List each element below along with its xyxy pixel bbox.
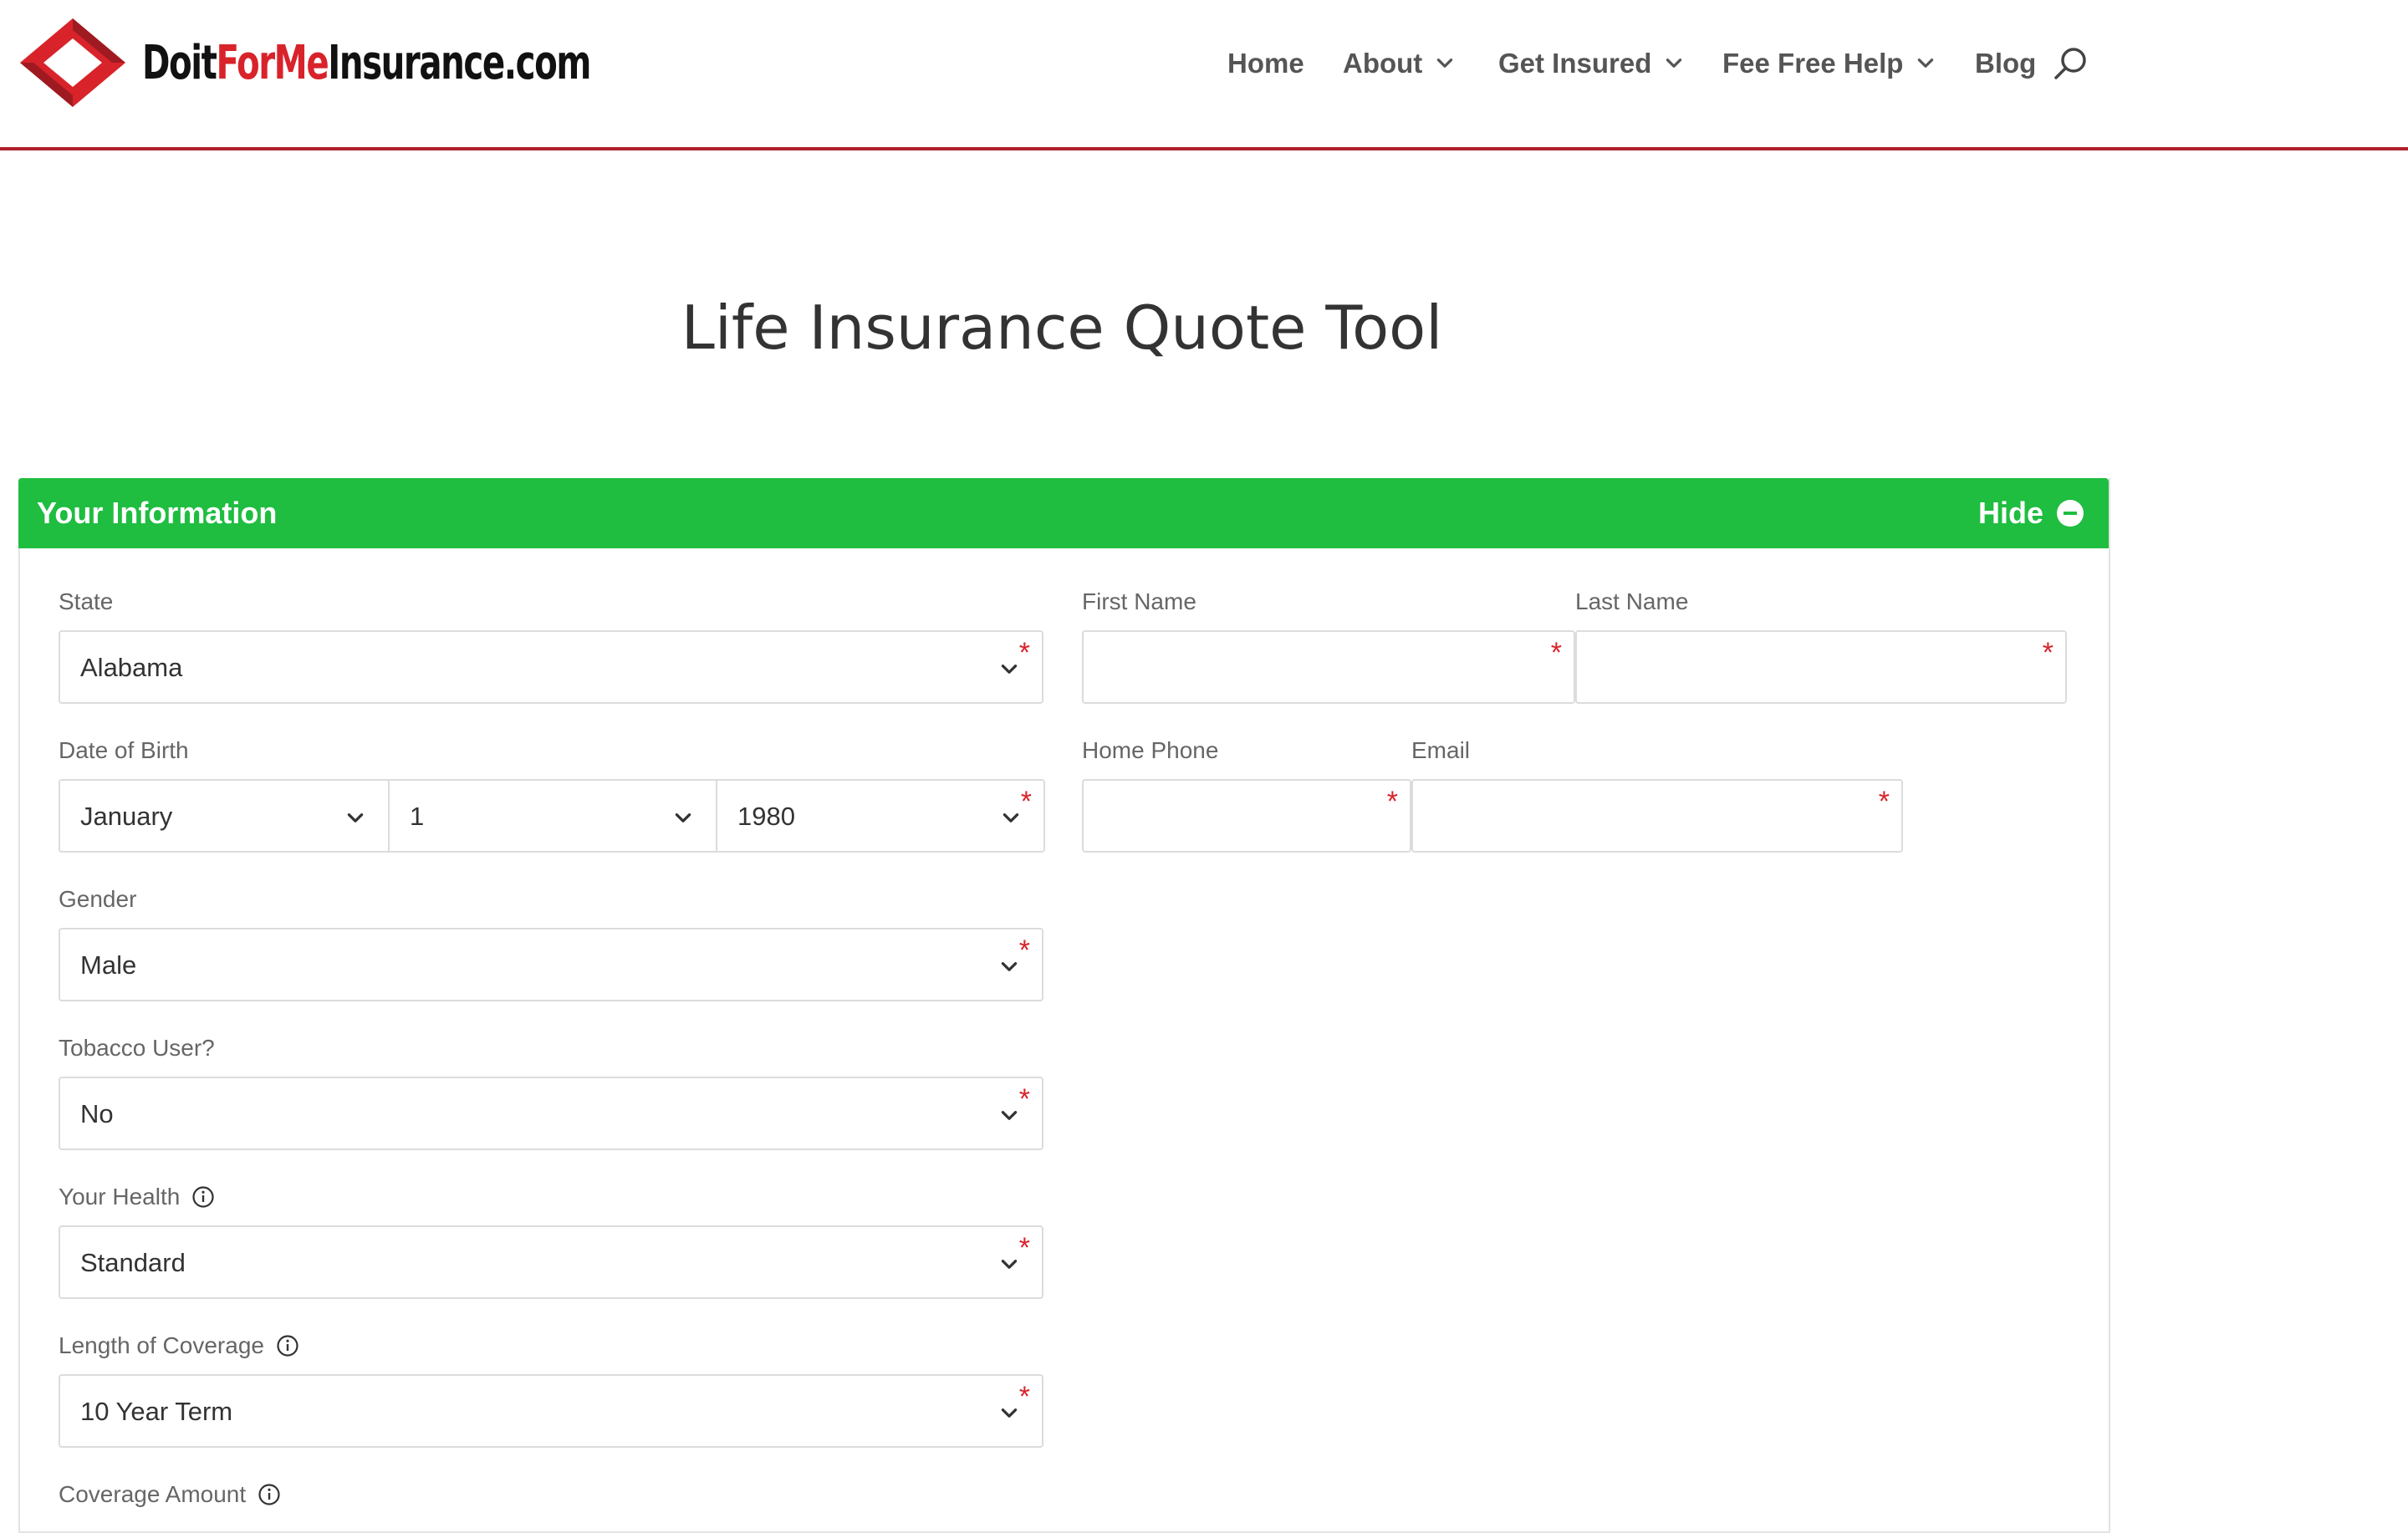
dob-year-value: 1980 (737, 802, 795, 831)
dob-year-select[interactable]: 1980 * (717, 781, 1043, 853)
required-marker: * (1018, 935, 1030, 966)
logo-text-doit: Doit (142, 35, 217, 90)
state-label: State (59, 588, 114, 614)
required-marker: * (1018, 1083, 1030, 1115)
nav-home-label: Home (1227, 48, 1304, 79)
health-label: Your Health (59, 1184, 215, 1210)
nav-get-insured-label: Get Insured (1498, 48, 1652, 79)
minus-circle-icon (2057, 500, 2084, 527)
gender-label: Gender (59, 886, 137, 912)
required-marker: * (1550, 637, 1562, 669)
required-marker: * (1018, 1381, 1030, 1413)
panel-title: Your Information (37, 496, 278, 530)
nav-blog-label: Blog (1975, 48, 2037, 79)
required-marker: * (1018, 1232, 1030, 1264)
nav-blog[interactable]: Blog (1975, 38, 2036, 89)
chevron-down-icon (1001, 1111, 1018, 1120)
chevron-down-icon (1001, 665, 1018, 674)
first-name-input[interactable]: * (1082, 630, 1575, 704)
nav-home[interactable]: Home (1227, 38, 1304, 89)
email-label: Email (1411, 737, 1471, 763)
site-logo[interactable]: DoitForMeInsurance.com (18, 17, 764, 109)
gender-select[interactable]: Male * (59, 928, 1043, 1001)
tobacco-value: No (80, 1099, 114, 1128)
nav-about[interactable]: About (1343, 38, 1456, 89)
last-name-label: Last Name (1575, 588, 1689, 614)
chevron-down-icon (1001, 1408, 1018, 1418)
tobacco-label: Tobacco User? (59, 1035, 215, 1061)
hide-button[interactable]: Hide (1978, 478, 2084, 548)
hide-button-label: Hide (1977, 496, 2043, 530)
coverage-length-value: 10 Year Term (80, 1397, 233, 1426)
coverage-length-select[interactable]: 10 Year Term * (59, 1374, 1043, 1448)
tobacco-select[interactable]: No * (59, 1077, 1043, 1150)
chevron-down-icon (675, 813, 691, 823)
required-marker: * (1386, 786, 1398, 817)
logo-wordmark: DoitForMeInsurance.com (142, 35, 591, 90)
nav-about-label: About (1343, 48, 1423, 79)
coverage-amount-label: Coverage Amount (59, 1481, 281, 1508)
chevron-down-icon (1001, 1260, 1018, 1269)
dob-day-value: 1 (410, 802, 425, 831)
required-marker: * (1020, 786, 1032, 817)
dob-day-select[interactable]: 1 (390, 781, 717, 853)
panel-header: Your Information Hide (18, 478, 2109, 548)
logo-text-insurance: Insurance.com (328, 35, 591, 90)
state-value: Alabama (80, 653, 183, 682)
health-value: Standard (80, 1248, 186, 1277)
home-phone-input[interactable]: * (1082, 779, 1411, 853)
dob-month-select[interactable]: January (60, 781, 390, 853)
required-marker: * (1018, 637, 1030, 669)
last-name-input[interactable]: * (1575, 630, 2067, 704)
logo-text-forme: ForMe (216, 35, 329, 90)
page-title: Life Insurance Quote Tool (681, 293, 1443, 363)
info-icon[interactable] (258, 1483, 281, 1506)
first-name-label: First Name (1082, 588, 1196, 614)
site-header: DoitForMeInsurance.com Home About Get In… (0, 0, 2408, 150)
health-select[interactable]: Standard * (59, 1225, 1043, 1299)
required-marker: * (2042, 637, 2053, 669)
state-select[interactable]: Alabama * (59, 630, 1043, 704)
home-phone-label: Home Phone (1082, 737, 1219, 763)
info-icon[interactable] (276, 1334, 299, 1357)
chevron-down-icon (347, 813, 364, 823)
nav-fee-free-help[interactable]: Fee Free Help (1722, 38, 1936, 89)
chevron-down-icon (1002, 813, 1019, 823)
info-icon[interactable] (191, 1185, 215, 1209)
nav-fee-free-help-label: Fee Free Help (1722, 48, 1904, 79)
coverage-length-label-text: Length of Coverage (59, 1332, 264, 1358)
chevron-down-icon (1001, 962, 1018, 971)
nav-get-insured[interactable]: Get Insured (1498, 38, 1685, 89)
required-marker: * (1878, 786, 1890, 817)
search-icon[interactable] (2052, 45, 2089, 82)
chevron-down-icon (1437, 59, 1453, 68)
logo-diamond-icon (20, 18, 125, 107)
chevron-down-icon (1666, 59, 1682, 68)
dob-group: January 1 1980 * (59, 779, 1045, 853)
coverage-amount-label-text: Coverage Amount (59, 1481, 247, 1507)
chevron-down-icon (1918, 59, 1934, 68)
email-input[interactable]: * (1411, 779, 1903, 853)
dob-month-value: January (80, 802, 173, 831)
gender-value: Male (80, 950, 137, 980)
health-label-text: Your Health (59, 1184, 181, 1210)
dob-label: Date of Birth (59, 737, 189, 763)
coverage-length-label: Length of Coverage (59, 1332, 299, 1359)
